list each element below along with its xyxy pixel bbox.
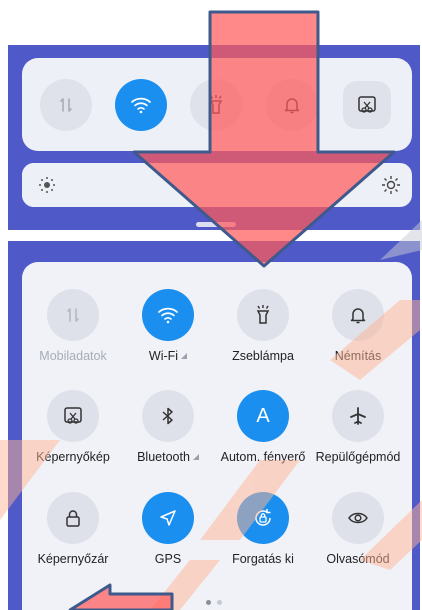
tile-mobile-data[interactable]: Mobiladatok xyxy=(23,289,123,363)
rotation-lock-icon xyxy=(255,509,271,526)
tile-label-airplane: Repülőgépmód xyxy=(315,450,401,464)
tile-label-gps: GPS xyxy=(154,552,182,566)
brightness-slider[interactable] xyxy=(22,163,412,207)
screenshot-icon xyxy=(64,407,82,424)
tile-label-mobile-data: Mobiladatok xyxy=(39,349,107,363)
brightness-high-icon xyxy=(382,176,400,194)
flashlight-icon xyxy=(256,305,270,324)
expand-triangle-icon xyxy=(181,353,188,359)
tile-label-mute: Némítás xyxy=(334,349,382,363)
flashlight-icon xyxy=(209,95,223,114)
bell-icon xyxy=(284,98,300,114)
tile-reading-mode[interactable]: Olvasómód xyxy=(308,492,408,566)
screenshot-button[interactable] xyxy=(47,390,99,442)
tile-label-reading-mode: Olvasómód xyxy=(326,552,390,566)
mobile-data-icon xyxy=(67,308,79,322)
lock-icon xyxy=(66,510,80,527)
mobile-data-toggle[interactable] xyxy=(40,79,92,131)
flashlight-button[interactable] xyxy=(237,289,289,341)
screenshot-icon xyxy=(358,96,376,113)
airplane-icon xyxy=(350,407,366,425)
tile-bluetooth[interactable]: Bluetooth xyxy=(118,390,218,464)
tile-airplane[interactable]: Repülőgépmód xyxy=(308,390,408,464)
mobile-data-button[interactable] xyxy=(47,289,99,341)
auto-brightness-letter-icon: A xyxy=(256,404,270,427)
wifi-toggle[interactable] xyxy=(115,79,167,131)
tile-wifi[interactable]: Wi-Fi xyxy=(118,289,218,363)
wifi-icon xyxy=(131,97,151,114)
tile-label-rotation: Forgatás ki xyxy=(232,552,294,566)
expand-triangle-icon xyxy=(192,454,199,460)
bluetooth-button[interactable] xyxy=(142,390,194,442)
mobile-data-icon xyxy=(60,98,72,112)
tile-label-auto-brightness: Autom. fényerő xyxy=(220,450,306,464)
screenshot-toggle[interactable] xyxy=(343,81,391,129)
tile-flashlight[interactable]: Zseblámpa xyxy=(213,289,313,363)
eye-icon xyxy=(348,512,368,524)
page-dot xyxy=(206,600,211,605)
reading-mode-button[interactable] xyxy=(332,492,384,544)
mute-toggle[interactable] xyxy=(266,79,318,131)
tile-label-bluetooth: Bluetooth xyxy=(137,450,190,464)
tile-auto-brightness[interactable]: A Autom. fényerő xyxy=(213,390,313,464)
auto-brightness-button[interactable]: A xyxy=(237,390,289,442)
wifi-button[interactable] xyxy=(142,289,194,341)
page-indicator xyxy=(206,592,228,610)
tile-screen-lock[interactable]: Képernyőzár xyxy=(23,492,123,566)
tile-gps[interactable]: GPS xyxy=(118,492,218,566)
brightness-low-icon xyxy=(39,177,55,193)
gps-button[interactable] xyxy=(142,492,194,544)
page-dot xyxy=(217,600,222,605)
tile-label-screenshot: Képernyőkép xyxy=(36,450,110,464)
flashlight-toggle[interactable] xyxy=(190,79,242,131)
wifi-icon xyxy=(158,307,178,324)
mute-button[interactable] xyxy=(332,289,384,341)
tile-mute[interactable]: Némítás xyxy=(308,289,408,363)
tile-label-wifi: Wi-Fi xyxy=(148,349,179,363)
rotation-button[interactable] xyxy=(237,492,289,544)
shade-drag-handle[interactable] xyxy=(196,222,236,227)
screen-lock-button[interactable] xyxy=(47,492,99,544)
tile-label-screen-lock: Képernyőzár xyxy=(37,552,109,566)
location-arrow-icon xyxy=(160,510,176,526)
bluetooth-icon xyxy=(162,407,173,425)
tile-screenshot[interactable]: Képernyőkép xyxy=(23,390,123,464)
bell-icon xyxy=(350,308,366,324)
tile-rotation[interactable]: Forgatás ki xyxy=(213,492,313,566)
tile-label-flashlight: Zseblámpa xyxy=(232,349,294,363)
airplane-button[interactable] xyxy=(332,390,384,442)
